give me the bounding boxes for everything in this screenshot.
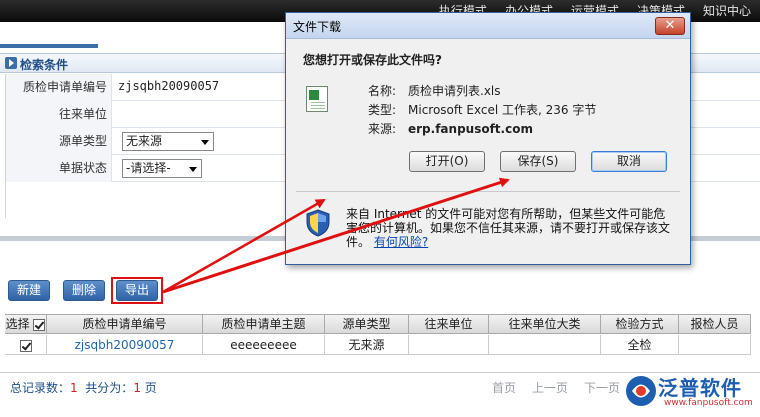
expand-icon: [5, 57, 17, 69]
chevron-down-icon: [189, 167, 197, 172]
source-type-value: 无来源: [126, 134, 163, 148]
row-select-cell: [5, 335, 47, 355]
logo-url: www.fanpusoft.com: [664, 398, 753, 408]
col-inspector[interactable]: 报检人员: [679, 315, 751, 334]
col-partner[interactable]: 往来单位: [409, 315, 489, 334]
col-partner-category[interactable]: 往来单位大类: [489, 315, 601, 334]
pages-unit: 页: [144, 381, 157, 395]
save-button[interactable]: 保存(S): [500, 151, 576, 172]
row-checkbox[interactable]: [19, 339, 32, 352]
row-partner: [409, 335, 489, 355]
grid-header: 选择 质检申请单编号 质检申请单主题 源单类型 往来单位 往来单位大类 检验方式…: [5, 314, 751, 334]
first-page-link[interactable]: 首页: [492, 379, 516, 396]
file-download-dialog: 文件下载 ✕ 您想打开或保存此文件吗? 名称: 质检申请列表.xls 类型: Mic…: [285, 12, 691, 265]
security-warning: 来自 Internet 的文件可能对您有所帮助，但某些文件可能危害您的计算机。如…: [346, 207, 676, 249]
status-value: -请选择-: [126, 161, 171, 175]
file-source-row: 来源: erp.fanpusoft.com: [368, 120, 533, 137]
col-code[interactable]: 质检申请单编号: [47, 315, 203, 334]
field-label-code: 质检申请单编号: [6, 74, 112, 101]
logo-icon: [626, 376, 656, 406]
page: 执行模式 办公模式 运营模式 决策模式 知识中心 检索条件 质检申请单编号 zj…: [0, 0, 760, 417]
search-panel-title: 检索条件: [20, 58, 69, 72]
open-button[interactable]: 打开(O): [409, 151, 485, 172]
dialog-separator: [296, 191, 680, 192]
row-partner-category: [489, 335, 601, 355]
chevron-down-icon: [201, 140, 209, 145]
col-select-label: 选择: [5, 317, 30, 331]
excel-file-icon: [306, 86, 328, 112]
row-code-link[interactable]: zjsqbh20090057: [47, 335, 203, 355]
risk-link[interactable]: 有何风险?: [374, 235, 428, 249]
row-source-type: 无来源: [325, 335, 409, 355]
col-source-type[interactable]: 源单类型: [325, 315, 409, 334]
toolbar: 新建 删除 导出: [0, 277, 760, 306]
row-inspector: [679, 335, 751, 355]
export-button[interactable]: 导出: [116, 280, 158, 301]
table-row: zjsqbh20090057 eeeeeeeee 无来源 全检: [5, 335, 751, 355]
file-type-row: 类型: Microsoft Excel 工作表, 236 字节: [368, 101, 596, 118]
status-select[interactable]: -请选择-: [122, 159, 202, 178]
field-label-partner: 往来单位: [6, 101, 112, 128]
dialog-titlebar[interactable]: 文件下载 ✕: [286, 13, 690, 39]
field-label-status: 单据状态: [6, 155, 112, 182]
next-page-link[interactable]: 下一页: [584, 379, 620, 396]
topnav-item-knowledge[interactable]: 知识中心: [694, 0, 760, 22]
total-label: 总记录数：: [10, 381, 71, 395]
dialog-title: 文件下载: [293, 20, 342, 34]
pager: 首页 上一页 下一页: [492, 379, 620, 396]
file-type: Microsoft Excel 工作表, 236 字节: [408, 103, 597, 117]
brand-logo: 泛普软件 www.fanpusoft.com: [622, 370, 760, 417]
close-button[interactable]: ✕: [655, 17, 685, 35]
col-inspection-method[interactable]: 检验方式: [601, 315, 679, 334]
logo-text: 泛普软件: [658, 376, 742, 400]
file-source: erp.fanpusoft.com: [408, 122, 533, 136]
name-label: 名称:: [368, 84, 397, 98]
record-summary: 总记录数：1 共分为：1 页: [10, 379, 157, 396]
row-inspection-method: 全检: [601, 335, 679, 355]
col-select: 选择: [5, 315, 47, 334]
section-accent-strip: [0, 44, 98, 48]
close-icon: ✕: [664, 18, 676, 33]
pages-label: 共分为：: [85, 381, 134, 395]
code-input[interactable]: zjsqbh20090057: [118, 79, 219, 93]
page-count: 1: [133, 381, 141, 395]
type-label: 类型:: [368, 103, 397, 117]
select-all-checkbox[interactable]: [33, 318, 46, 331]
total-count: 1: [70, 381, 78, 395]
col-subject[interactable]: 质检申请单主题: [203, 315, 325, 334]
security-shield-icon: [306, 209, 330, 237]
source-label: 来源:: [368, 122, 397, 136]
file-name-row: 名称: 质检申请列表.xls: [368, 82, 501, 99]
prev-page-link[interactable]: 上一页: [532, 379, 568, 396]
file-name: 质检申请列表.xls: [408, 84, 501, 98]
delete-button[interactable]: 删除: [63, 280, 105, 301]
source-type-select[interactable]: 无来源: [122, 132, 214, 151]
row-subject: eeeeeeeee: [203, 335, 325, 355]
new-button[interactable]: 新建: [8, 280, 50, 301]
dialog-question: 您想打开或保存此文件吗?: [303, 53, 442, 67]
field-label-source-type: 源单类型: [6, 128, 112, 155]
cancel-button[interactable]: 取消: [591, 151, 667, 172]
